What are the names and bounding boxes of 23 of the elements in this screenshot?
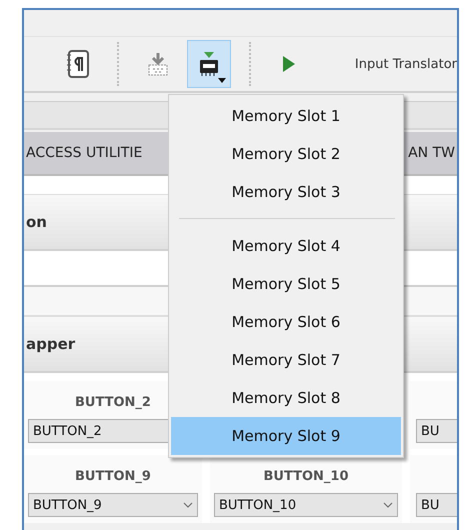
paragraph-icon: [66, 49, 90, 79]
play-icon: [282, 55, 296, 73]
tab[interactable]: AN TW: [406, 145, 457, 161]
toolbar-label: Input Translator: [354, 56, 457, 72]
menu-item[interactable]: Memory Slot 5: [171, 265, 401, 303]
menu-item[interactable]: Memory Slot 9: [171, 417, 401, 455]
memory-chip-icon: [198, 51, 220, 77]
button-label: BUTTON_10: [263, 469, 349, 485]
button-label: BUTTON_9: [75, 469, 151, 485]
tab[interactable]: ACCESS UTILITIE: [24, 145, 144, 161]
combo-box[interactable]: BUTTON_10: [214, 493, 398, 517]
menu-item[interactable]: Memory Slot 1: [171, 97, 401, 135]
menu-item[interactable]: Memory Slot 8: [171, 379, 401, 417]
button-label: BUTTON_2: [75, 395, 151, 411]
combo-box[interactable]: BU: [416, 493, 457, 517]
caret-icon: [218, 78, 226, 83]
chevron-icon: [183, 502, 193, 508]
menu-item[interactable]: Memory Slot 2: [171, 135, 401, 173]
chevron-icon: [383, 502, 393, 508]
dropdown-tool-button[interactable]: [187, 40, 231, 88]
combo-box[interactable]: BUTTON_9: [28, 493, 198, 517]
combo-box[interactable]: BU: [416, 419, 457, 443]
download-tray-icon: [146, 52, 169, 76]
